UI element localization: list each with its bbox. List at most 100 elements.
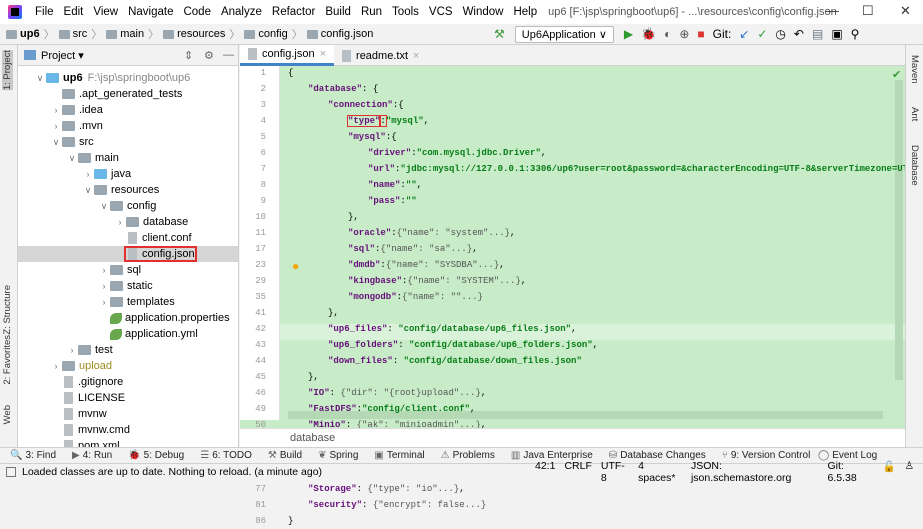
code-line[interactable]: "FastDFS":"config/client.conf", <box>308 401 475 417</box>
code-editor[interactable]: 1234567891011172329354142434445464950576… <box>240 65 923 526</box>
code-line[interactable]: }, <box>348 209 359 225</box>
code-line[interactable]: "security": {"encrypt": false...} <box>308 497 486 513</box>
tree-item[interactable]: mvnw.cmd <box>18 422 238 438</box>
code-line[interactable]: "url":"jdbc:mysql://127.0.0.1:3306/up6?u… <box>368 161 923 177</box>
tool-tab-database[interactable]: Database <box>909 145 920 186</box>
coverage-icon[interactable]: ◐ <box>664 27 671 41</box>
tree-item[interactable]: ∨ config <box>18 198 238 214</box>
code-line[interactable]: "mysql":{ <box>348 129 397 145</box>
vertical-scrollbar[interactable] <box>895 80 903 380</box>
code-line[interactable]: { <box>288 65 293 81</box>
lightbulb-icon[interactable]: ● <box>292 259 299 273</box>
stop-icon[interactable]: ■ <box>697 27 704 41</box>
folded-region[interactable]: {"name": "SYSDBA"...} <box>386 260 499 270</box>
maximize-button[interactable]: ☐ <box>862 3 874 19</box>
code-line[interactable]: "up6_folders": "config/database/up6_fold… <box>328 337 598 353</box>
line-separator[interactable]: CRLF <box>564 460 591 484</box>
folded-region[interactable]: {"type": "io"...} <box>367 484 459 494</box>
hide-panel-icon[interactable]: — <box>223 49 234 61</box>
folded-region[interactable]: {"name": ""...} <box>402 292 483 302</box>
tool-window-problems[interactable]: ⚠ Problems <box>441 450 495 461</box>
tool-window-terminal[interactable]: ▣ Terminal <box>374 450 424 461</box>
git-commit-icon[interactable]: ✓ <box>757 27 767 41</box>
lock-icon[interactable]: 🔓 <box>883 460 896 484</box>
code-line[interactable]: "dmdb":{"name": "SYSDBA"...}, <box>348 257 505 273</box>
tree-item[interactable]: › upload <box>18 358 238 374</box>
menu-navigate[interactable]: Navigate <box>123 6 178 18</box>
code-line[interactable]: "sql":{"name": "sa"...}, <box>348 241 478 257</box>
menu-window[interactable]: Window <box>458 6 509 18</box>
tree-item[interactable]: config.json <box>18 246 238 262</box>
tree-item[interactable]: › test <box>18 342 238 358</box>
menu-vcs[interactable]: VCS <box>424 6 458 18</box>
close-tab-icon[interactable]: × <box>320 48 326 60</box>
breadcrumb-item[interactable]: config 〉 <box>244 26 306 42</box>
run-icon[interactable]: ▶ <box>624 27 633 41</box>
json-schema[interactable]: JSON: json.schemastore.org <box>691 460 819 484</box>
code-line[interactable]: "name":"", <box>368 177 422 193</box>
folded-region[interactable]: {"encrypt": false...} <box>373 500 486 510</box>
tool-window-spring[interactable]: ❦ Spring <box>318 450 358 461</box>
tool-tab-favorites[interactable]: 2: Favorites <box>2 335 13 385</box>
tree-item[interactable]: LICENSE <box>18 390 238 406</box>
tree-item[interactable]: › sql <box>18 262 238 278</box>
run-configuration-select[interactable]: Up6Application ∨ <box>514 25 614 43</box>
menu-file[interactable]: File <box>30 6 59 18</box>
caret-position[interactable]: 42:1 <box>535 460 555 484</box>
close-tab-icon[interactable]: × <box>413 50 419 62</box>
menu-tools[interactable]: Tools <box>387 6 424 18</box>
memory-indicator-icon[interactable]: ♙ <box>905 460 914 484</box>
editor-breadcrumb[interactable]: database <box>240 428 905 447</box>
git-rollback-icon[interactable]: ↶ <box>794 27 804 41</box>
breadcrumb-item[interactable]: config.json <box>306 26 373 42</box>
build-hammer-icon[interactable]: ⚒ <box>494 27 505 41</box>
minimize-button[interactable]: — <box>826 3 839 18</box>
file-encoding[interactable]: UTF-8 <box>601 460 629 484</box>
breadcrumb-item[interactable]: up6 〉 <box>6 26 59 42</box>
code-line[interactable]: }, <box>328 305 339 321</box>
folded-region[interactable]: {"name": "SYSTEM"...} <box>407 276 520 286</box>
menu-build[interactable]: Build <box>320 6 356 18</box>
menu-refactor[interactable]: Refactor <box>267 6 320 18</box>
tab-config-json[interactable]: config.json × <box>240 45 335 66</box>
tree-item[interactable]: .apt_generated_tests <box>18 86 238 102</box>
menu-analyze[interactable]: Analyze <box>216 6 267 18</box>
tool-tab-structure[interactable]: Z: Structure <box>2 285 13 335</box>
tree-item[interactable]: › static <box>18 278 238 294</box>
profile-icon[interactable]: ⊕ <box>679 27 689 41</box>
close-button[interactable]: ✕ <box>900 3 911 19</box>
folded-region[interactable]: {"dir": "{root}upload"...} <box>340 388 480 398</box>
tab-readme-txt[interactable]: readme.txt × <box>334 45 427 66</box>
code-line[interactable]: }, <box>308 369 319 385</box>
code-line[interactable]: "driver":"com.mysql.jdbc.Driver", <box>368 145 546 161</box>
code-line[interactable]: "oracle":{"name": "system"...}, <box>348 225 515 241</box>
search-icon[interactable]: ⚲ <box>851 27 860 41</box>
breadcrumb-item[interactable]: resources 〉 <box>163 26 244 42</box>
code-line[interactable]: "mongodb":{"name": ""...} <box>348 289 483 305</box>
code-line[interactable]: "Storage": {"type": "io"...}, <box>308 481 465 497</box>
code-line[interactable]: "type":"mysql", <box>346 113 429 129</box>
tree-item[interactable]: ∨ up6 F:\jsp\springboot\up6 <box>18 70 238 86</box>
tree-item[interactable]: ∨ main <box>18 150 238 166</box>
indent-setting[interactable]: 4 spaces* <box>638 460 682 484</box>
collapse-all-icon[interactable]: ⇕ <box>184 49 193 62</box>
code-line[interactable]: "IO": {"dir": "{root}upload"...}, <box>308 385 486 401</box>
menu-view[interactable]: View <box>88 6 123 18</box>
menu-help[interactable]: Help <box>508 6 542 18</box>
breadcrumb-item[interactable]: src 〉 <box>58 26 107 42</box>
tool-window-debug[interactable]: 🐞 5: Debug <box>128 450 184 461</box>
tree-item[interactable]: application.properties <box>18 310 238 326</box>
status-message[interactable]: Loaded classes are up to date. Nothing t… <box>22 466 322 478</box>
tool-tab-project[interactable]: 1: Project <box>2 50 13 91</box>
breadcrumb-item[interactable]: main 〉 <box>106 26 163 42</box>
menu-run[interactable]: Run <box>356 6 387 18</box>
tree-item[interactable]: › database <box>18 214 238 230</box>
code-line[interactable]: } <box>288 513 293 529</box>
project-view-select[interactable]: Project ▾ <box>41 49 84 62</box>
code-line[interactable]: "up6_files": "config/database/up6_files.… <box>328 321 576 337</box>
code-line[interactable]: "connection":{ <box>328 97 404 113</box>
project-structure-icon[interactable]: ▤ <box>812 27 823 41</box>
git-update-icon[interactable]: ↙ <box>739 27 749 41</box>
tree-item[interactable]: › .mvn <box>18 118 238 134</box>
tree-item[interactable]: .gitignore <box>18 374 238 390</box>
